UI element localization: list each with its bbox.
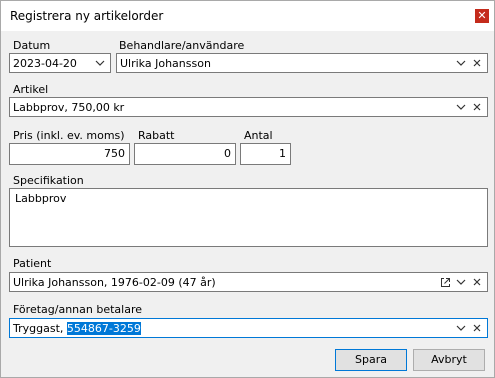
behandlare-label: Behandlare/användare [119,39,245,52]
patient-label: Patient [13,257,52,270]
datum-label: Datum [13,39,51,52]
behandlare-value: Ulrika Johansson [120,57,211,70]
close-icon[interactable] [470,274,484,290]
betalare-combobox[interactable]: Tryggast, 554867-3259 [9,318,488,338]
rabatt-input[interactable]: 0 [134,143,236,165]
betalare-prefix: Tryggast, [13,322,67,335]
cancel-button[interactable]: Avbryt [413,349,485,371]
save-button[interactable]: Spara [335,349,407,371]
artikel-combobox[interactable]: Labbprov, 750,00 kr [9,97,488,117]
close-icon[interactable] [470,320,484,336]
chevron-down-icon[interactable] [93,55,107,71]
chevron-down-icon[interactable] [454,99,468,115]
specifikation-value: Labbprov [15,192,67,205]
pris-input[interactable]: 750 [9,143,130,165]
betalare-label: Företag/annan betalare [13,303,142,316]
specifikation-label: Specifikation [13,174,84,187]
datum-date-picker[interactable]: 2023-04-20 [9,53,111,73]
external-link-icon[interactable] [438,274,452,290]
dialog-title: Registrera ny artikelorder [10,9,164,23]
artikel-label: Artikel [13,83,49,96]
dialog-window: Registrera ny artikelorder ✕ Datum 2023-… [0,0,495,378]
artikel-value: Labbprov, 750,00 kr [13,101,125,114]
rabatt-value: 0 [224,147,231,160]
patient-value: Ulrika Johansson, 1976-02-09 (47 år) [13,276,216,289]
chevron-down-icon[interactable] [454,320,468,336]
close-icon: ✕ [477,9,487,22]
title-bar: Registrera ny artikelorder ✕ [1,1,494,31]
dialog-body: Datum 2023-04-20 Behandlare/användare Ul… [1,31,494,377]
antal-value: 1 [279,147,286,160]
pris-value: 750 [104,147,125,160]
close-icon[interactable] [470,55,484,71]
betalare-selected-text[interactable]: 554867-3259 [66,322,141,335]
betalare-value: Tryggast, 554867-3259 [13,322,141,335]
pris-label: Pris (inkl. ev. moms) [13,129,125,142]
behandlare-combobox[interactable]: Ulrika Johansson [116,53,488,73]
patient-combobox[interactable]: Ulrika Johansson, 1976-02-09 (47 år) [9,272,488,292]
rabatt-label: Rabatt [138,129,175,142]
chevron-down-icon[interactable] [454,274,468,290]
close-window-button[interactable]: ✕ [475,9,489,23]
chevron-down-icon[interactable] [454,55,468,71]
antal-input[interactable]: 1 [240,143,291,165]
close-icon[interactable] [470,99,484,115]
specifikation-textarea[interactable]: Labbprov [9,188,488,247]
antal-label: Antal [244,129,273,142]
datum-value: 2023-04-20 [13,57,77,70]
